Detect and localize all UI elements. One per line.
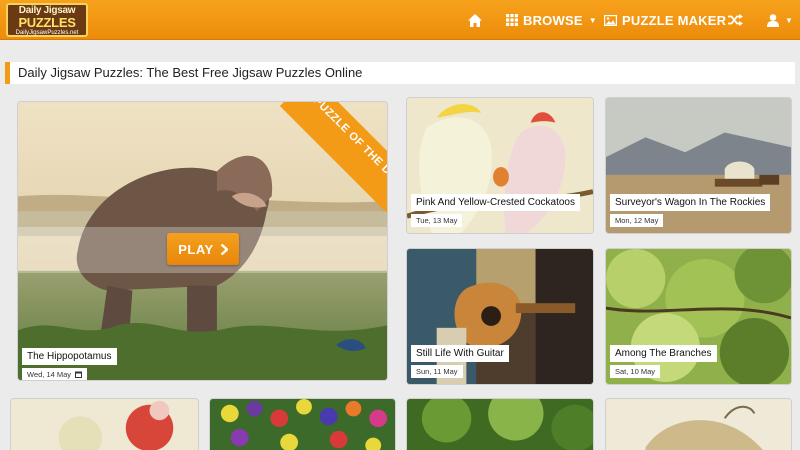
- home-icon: [468, 13, 482, 27]
- sketch-image: [606, 399, 791, 450]
- user-icon: [767, 13, 779, 27]
- chevron-down-icon: ▼: [588, 15, 597, 25]
- cockatoos-image: [407, 98, 593, 233]
- grid-icon: [506, 14, 518, 26]
- tile-title: Still Life With Guitar: [411, 345, 509, 362]
- tile-date: Wed, 14 May: [22, 368, 88, 380]
- chevron-down-icon: ▼: [785, 15, 794, 25]
- logo-line-2: PUZZLES: [18, 15, 76, 30]
- shuffle-icon: [728, 14, 743, 26]
- surveyors-wagon-image: [606, 98, 791, 233]
- puzzle-tile[interactable]: [406, 398, 594, 450]
- puzzle-tile[interactable]: [605, 398, 792, 450]
- among-the-branches-image: [606, 249, 791, 384]
- still-life-with-guitar-image: [407, 249, 593, 384]
- ribbon-text: PUZZLE OF THE DAY: [279, 102, 387, 212]
- tile-date-text: Wed, 14 May: [27, 370, 72, 379]
- tile-title: Pink And Yellow-Crested Cockatoos: [411, 194, 580, 211]
- puzzle-maker-link[interactable]: PUZZLE MAKER: [604, 0, 726, 40]
- puzzle-of-the-day-ribbon: PUZZLE OF THE DAY: [277, 102, 387, 212]
- tile-date: Sat, 10 May: [610, 365, 661, 378]
- picture-icon: [604, 14, 617, 26]
- puzzle-maker-label: PUZZLE MAKER: [622, 12, 727, 28]
- forest-image: [407, 399, 593, 450]
- tile-title: Among The Branches: [610, 345, 717, 362]
- page-title-bar: Daily Jigsaw Puzzles: The Best Free Jigs…: [5, 62, 795, 84]
- play-label: PLAY: [178, 241, 214, 257]
- puzzle-tile[interactable]: [10, 398, 199, 450]
- home-button[interactable]: [468, 0, 482, 40]
- page-title: Daily Jigsaw Puzzles: The Best Free Jigs…: [18, 65, 363, 80]
- browse-label: BROWSE: [523, 12, 583, 28]
- puzzle-of-the-day-tile[interactable]: PLAY PUZZLE OF THE DAY The Hippopotamus …: [17, 101, 388, 381]
- puzzle-tile[interactable]: Surveyor's Wagon In The Rockies Mon, 12 …: [605, 97, 792, 234]
- tile-title: The Hippopotamus: [22, 348, 117, 365]
- tile-title: Surveyor's Wagon In The Rockies: [610, 194, 771, 211]
- tile-date: Mon, 12 May: [610, 214, 664, 227]
- puzzle-tile[interactable]: Still Life With Guitar Sun, 11 May: [406, 248, 594, 385]
- user-menu[interactable]: ▼: [767, 0, 793, 40]
- puzzle-tile[interactable]: Pink And Yellow-Crested Cockatoos Tue, 1…: [406, 97, 594, 234]
- tile-date: Sun, 11 May: [411, 365, 463, 378]
- puzzle-tile[interactable]: Among The Branches Sat, 10 May: [605, 248, 792, 385]
- logo-line-3: DailyJigsawPuzzles.net: [15, 30, 79, 36]
- calendar-icon: [75, 371, 83, 378]
- browse-menu[interactable]: BROWSE ▼: [506, 0, 597, 40]
- flowers-image: [210, 399, 395, 450]
- random-puzzle-button[interactable]: [728, 0, 743, 40]
- chevron-right-icon: [220, 243, 228, 255]
- birds-image: [11, 399, 198, 450]
- site-logo[interactable]: Daily Jigsaw PUZZLES DailyJigsawPuzzles.…: [6, 3, 88, 37]
- tile-date: Tue, 13 May: [411, 214, 463, 227]
- play-button[interactable]: PLAY: [167, 233, 239, 265]
- top-navbar: Daily Jigsaw PUZZLES DailyJigsawPuzzles.…: [0, 0, 800, 40]
- puzzle-tile[interactable]: [209, 398, 396, 450]
